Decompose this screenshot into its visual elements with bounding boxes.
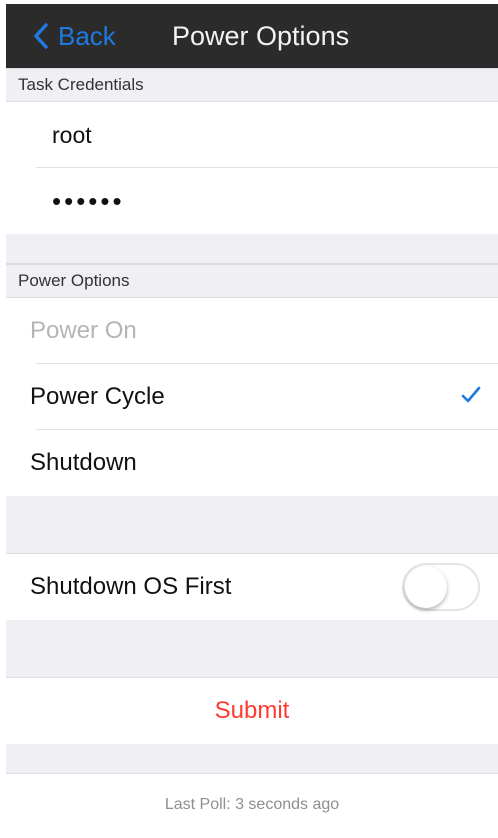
section-gap xyxy=(6,234,498,264)
back-label: Back xyxy=(58,20,116,51)
password-field[interactable]: •••••• xyxy=(6,168,498,234)
option-label: Shutdown xyxy=(30,449,137,476)
navigation-bar: Back Power Options xyxy=(6,4,498,68)
option-label: Power Cycle xyxy=(30,383,165,410)
shutdown-os-first-label: Shutdown OS First xyxy=(30,573,232,600)
last-poll-status: Last Poll: 3 seconds ago xyxy=(164,796,340,813)
username-value: root xyxy=(52,121,92,148)
chevron-left-icon xyxy=(34,23,48,49)
toggle-knob xyxy=(405,566,447,608)
option-shutdown[interactable]: Shutdown xyxy=(6,430,498,496)
shutdown-os-first-row: Shutdown OS First xyxy=(6,554,498,620)
option-label: Power On xyxy=(30,317,137,344)
section-header-power-options: Power Options xyxy=(6,264,498,298)
section-gap xyxy=(6,744,498,774)
submit-button[interactable]: Submit xyxy=(6,678,498,744)
shutdown-os-first-toggle[interactable] xyxy=(402,563,480,611)
section-gap xyxy=(6,620,498,678)
option-power-cycle[interactable]: Power Cycle xyxy=(6,364,498,430)
checkmark-icon xyxy=(461,386,481,403)
username-field[interactable]: root xyxy=(6,102,498,168)
password-value: •••••• xyxy=(52,185,125,216)
option-power-on[interactable]: Power On xyxy=(6,298,498,364)
back-button[interactable]: Back xyxy=(32,4,116,68)
page-title: Power Options xyxy=(172,21,350,51)
section-gap xyxy=(6,496,498,554)
section-header-task-credentials: Task Credentials xyxy=(6,68,498,102)
